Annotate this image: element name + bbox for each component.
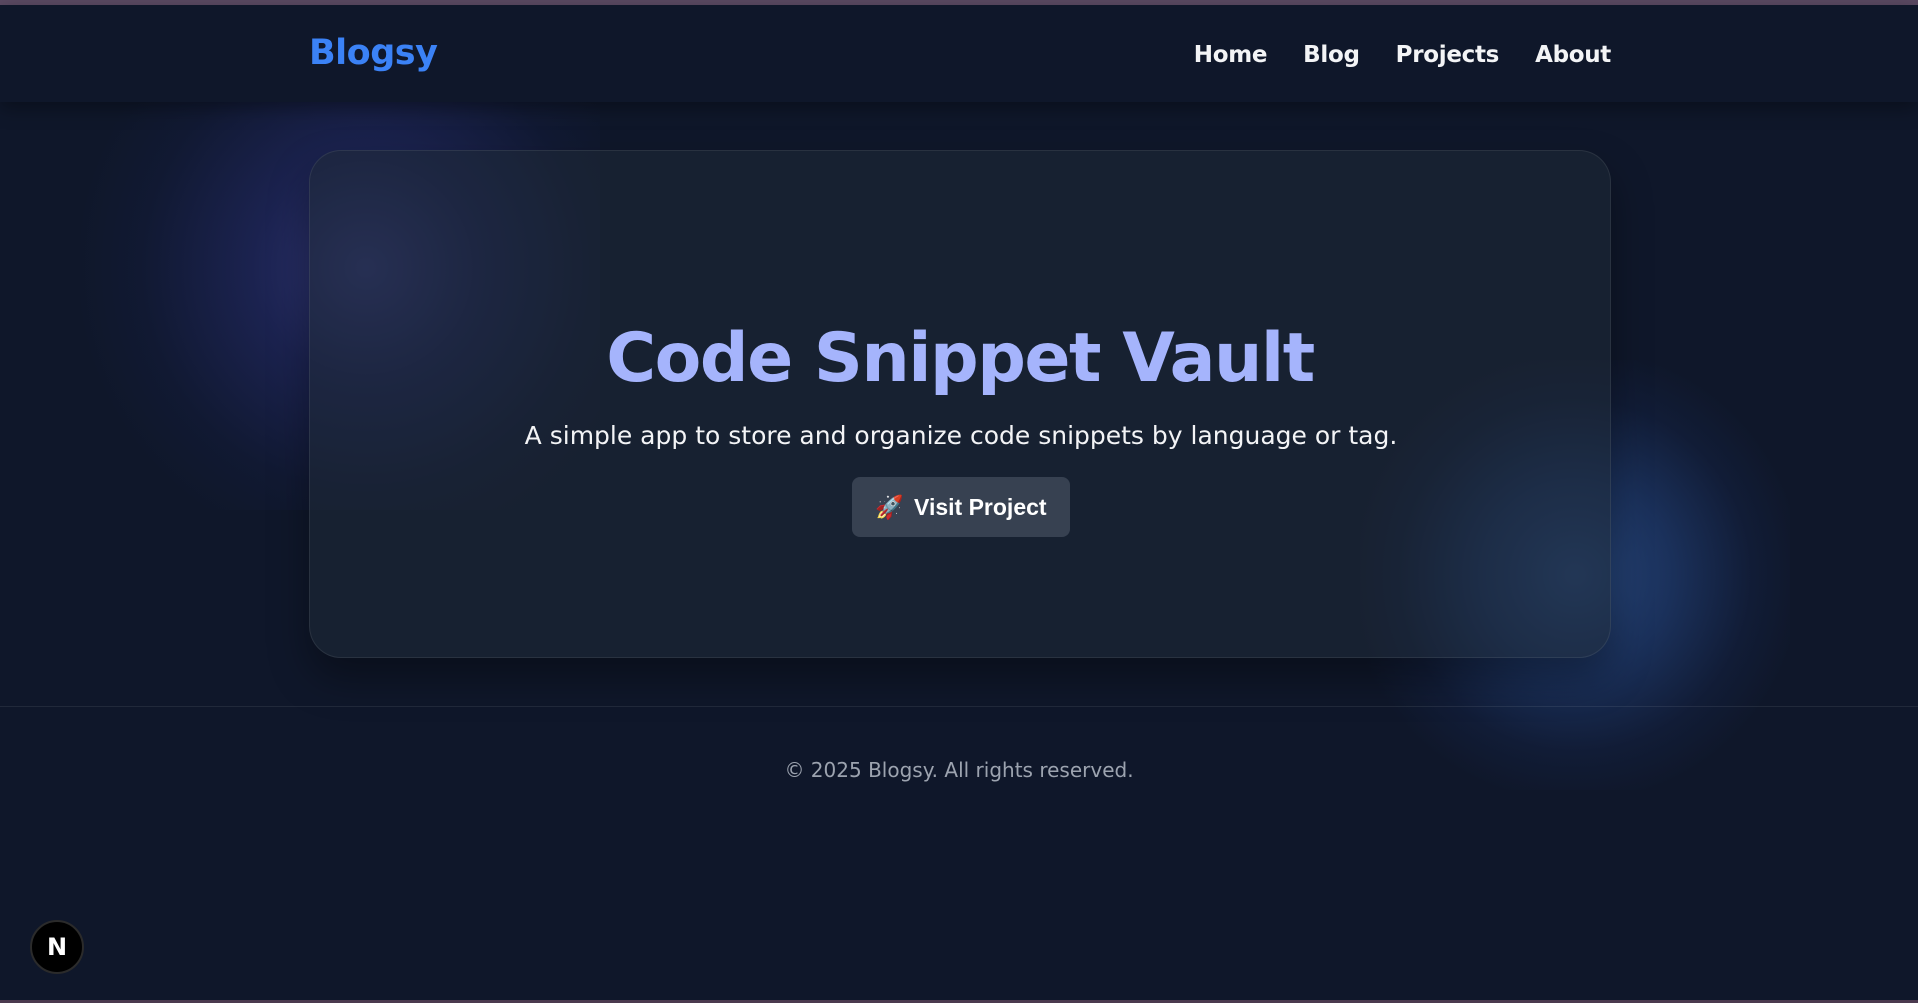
project-title: Code Snippet Vault — [606, 319, 1315, 398]
site-header: Blogsy Home Blog Projects About — [0, 5, 1918, 102]
nav-link-blog[interactable]: Blog — [1303, 42, 1360, 68]
visit-project-label: Visit Project — [914, 493, 1047, 520]
footer-copyright: © 2025 Blogsy. All rights reserved. — [784, 758, 1134, 782]
footer-divider — [0, 706, 1918, 707]
nav-link-projects[interactable]: Projects — [1396, 42, 1500, 68]
project-card: Code Snippet Vault A simple app to store… — [309, 150, 1611, 658]
rocket-icon: 🚀 — [875, 493, 905, 520]
nextjs-badge-label: N — [46, 933, 68, 961]
project-description: A simple app to store and organize code … — [524, 421, 1398, 450]
nav-link-about[interactable]: About — [1535, 42, 1611, 68]
visit-project-button[interactable]: 🚀 Visit Project — [852, 477, 1070, 537]
nav-link-home[interactable]: Home — [1194, 42, 1268, 68]
nextjs-icon[interactable]: N — [30, 920, 84, 974]
logo-link[interactable]: Blogsy — [309, 33, 438, 73]
main-nav: Home Blog Projects About — [1194, 42, 1612, 68]
